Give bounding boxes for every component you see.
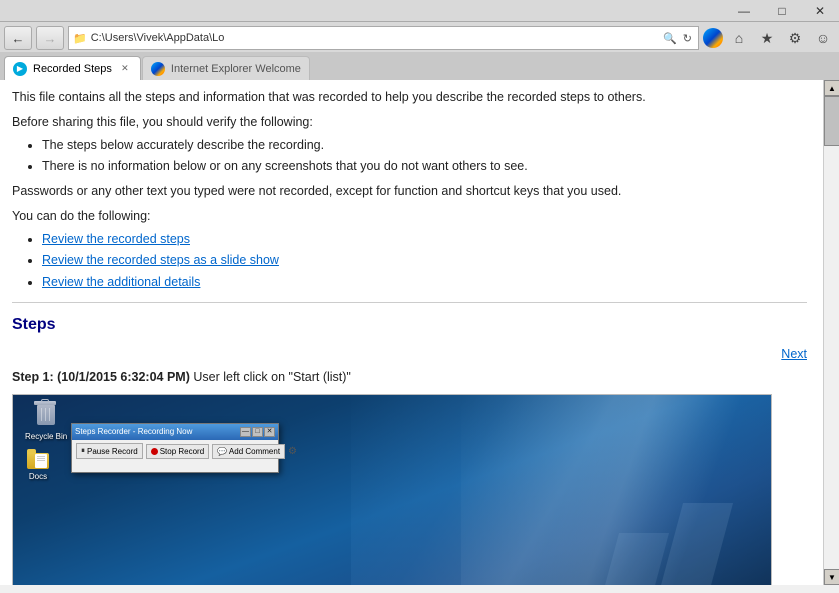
can-do-heading: You can do the following: <box>12 207 807 226</box>
steps-heading: Steps <box>12 313 807 337</box>
address-bar: 📁 🔍 ↻ <box>68 26 699 50</box>
tab-bar: ▶ Recorded Steps ✕ Internet Explorer Wel… <box>0 52 839 80</box>
dialog-close: ✕ <box>264 427 275 437</box>
tab-recorded-steps-label: Recorded Steps <box>33 63 112 75</box>
step-1-label: Step 1: (10/1/2015 6:32:04 PM) User left… <box>12 368 807 387</box>
vertical-scrollbar: ▲ ▼ <box>823 80 839 585</box>
folder-icon: 📁 <box>73 32 87 45</box>
user-button[interactable]: ☺ <box>811 27 835 49</box>
verify-item-1: The steps below accurately describe the … <box>42 136 807 155</box>
link-item-slideshow: Review the recorded steps as a slide sho… <box>42 251 807 270</box>
link-item-details: Review the additional details <box>42 273 807 292</box>
tab-ie-welcome-label: Internet Explorer Welcome <box>171 63 301 75</box>
slideshow-link[interactable]: Review the recorded steps as a slide sho… <box>42 253 279 267</box>
links-list: Review the recorded steps Review the rec… <box>42 230 807 292</box>
favorites-button[interactable]: ★ <box>755 27 779 49</box>
screenshot-container: Recycle Bin <box>12 394 772 585</box>
ie-welcome-tab-icon <box>151 62 165 76</box>
dialog-settings-icon: ⚙ <box>288 444 297 459</box>
scroll-thumb[interactable] <box>824 96 839 146</box>
forward-button[interactable]: → <box>36 26 64 50</box>
docs-label: Docs <box>29 471 47 483</box>
close-button[interactable]: ✕ <box>801 0 839 22</box>
pause-record-button[interactable]: ⏸ Pause Record <box>76 443 143 459</box>
step-1-action: User left click on "Start (list)" <box>193 370 351 384</box>
tab-recording-icon: ▶ <box>13 62 27 76</box>
scroll-up-arrow[interactable]: ▲ <box>824 80 839 96</box>
scroll-down-arrow[interactable]: ▼ <box>824 569 839 585</box>
section-divider <box>12 302 807 303</box>
dialog-controls: — □ ✕ <box>240 427 275 437</box>
link-item-review-steps: Review the recorded steps <box>42 230 807 249</box>
dialog-maximize: □ <box>252 427 263 437</box>
desktop-background: Recycle Bin <box>13 395 771 585</box>
windows-logo-lines <box>601 493 721 585</box>
dialog-title-text: Steps Recorder - Recording Now <box>75 426 192 438</box>
home-button[interactable]: ⌂ <box>727 27 751 49</box>
next-link[interactable]: Next <box>781 345 807 364</box>
ie-logo <box>703 28 723 48</box>
maximize-button[interactable]: □ <box>763 0 801 22</box>
browser-content: This file contains all the steps and inf… <box>0 80 823 585</box>
tab-ie-welcome[interactable]: Internet Explorer Welcome <box>142 56 310 80</box>
address-input[interactable] <box>91 32 659 44</box>
search-icon: 🔍 <box>663 32 677 45</box>
minimize-button[interactable]: — <box>725 0 763 22</box>
refresh-button[interactable]: ↻ <box>681 32 694 45</box>
window-controls: — □ ✕ <box>725 0 839 22</box>
passwords-note: Passwords or any other text you typed we… <box>12 182 807 201</box>
step-1-number: Step 1: (10/1/2015 6:32:04 PM) <box>12 370 190 384</box>
recycle-bin-label: Recycle Bin <box>25 431 67 443</box>
tab-recorded-steps[interactable]: ▶ Recorded Steps ✕ <box>4 56 141 80</box>
intro-text: This file contains all the steps and inf… <box>12 88 807 107</box>
dialog-body: ⏸ Pause Record Stop Record 💬 Add Comment… <box>72 440 278 462</box>
dialog-title-bar: Steps Recorder - Recording Now — □ ✕ <box>72 424 278 440</box>
details-link[interactable]: Review the additional details <box>42 275 200 289</box>
verify-item-2: There is no information below or on any … <box>42 157 807 176</box>
step-navigation: Next <box>12 345 807 364</box>
add-comment-button[interactable]: 💬 Add Comment <box>212 444 285 459</box>
docs-icon: Docs <box>25 447 51 483</box>
back-button[interactable]: ← <box>4 26 32 50</box>
verify-heading: Before sharing this file, you should ver… <box>12 113 807 132</box>
review-steps-link[interactable]: Review the recorded steps <box>42 232 190 246</box>
verify-bullet-list: The steps below accurately describe the … <box>42 136 807 177</box>
settings-button[interactable]: ⚙ <box>783 27 807 49</box>
dialog-minimize: — <box>240 427 251 437</box>
tab-close-button[interactable]: ✕ <box>118 62 132 76</box>
recycle-bin-icon: Recycle Bin <box>25 401 67 443</box>
steps-recorder-dialog: Steps Recorder - Recording Now — □ ✕ ⏸ P… <box>71 423 279 473</box>
stop-record-button[interactable]: Stop Record <box>146 444 209 459</box>
